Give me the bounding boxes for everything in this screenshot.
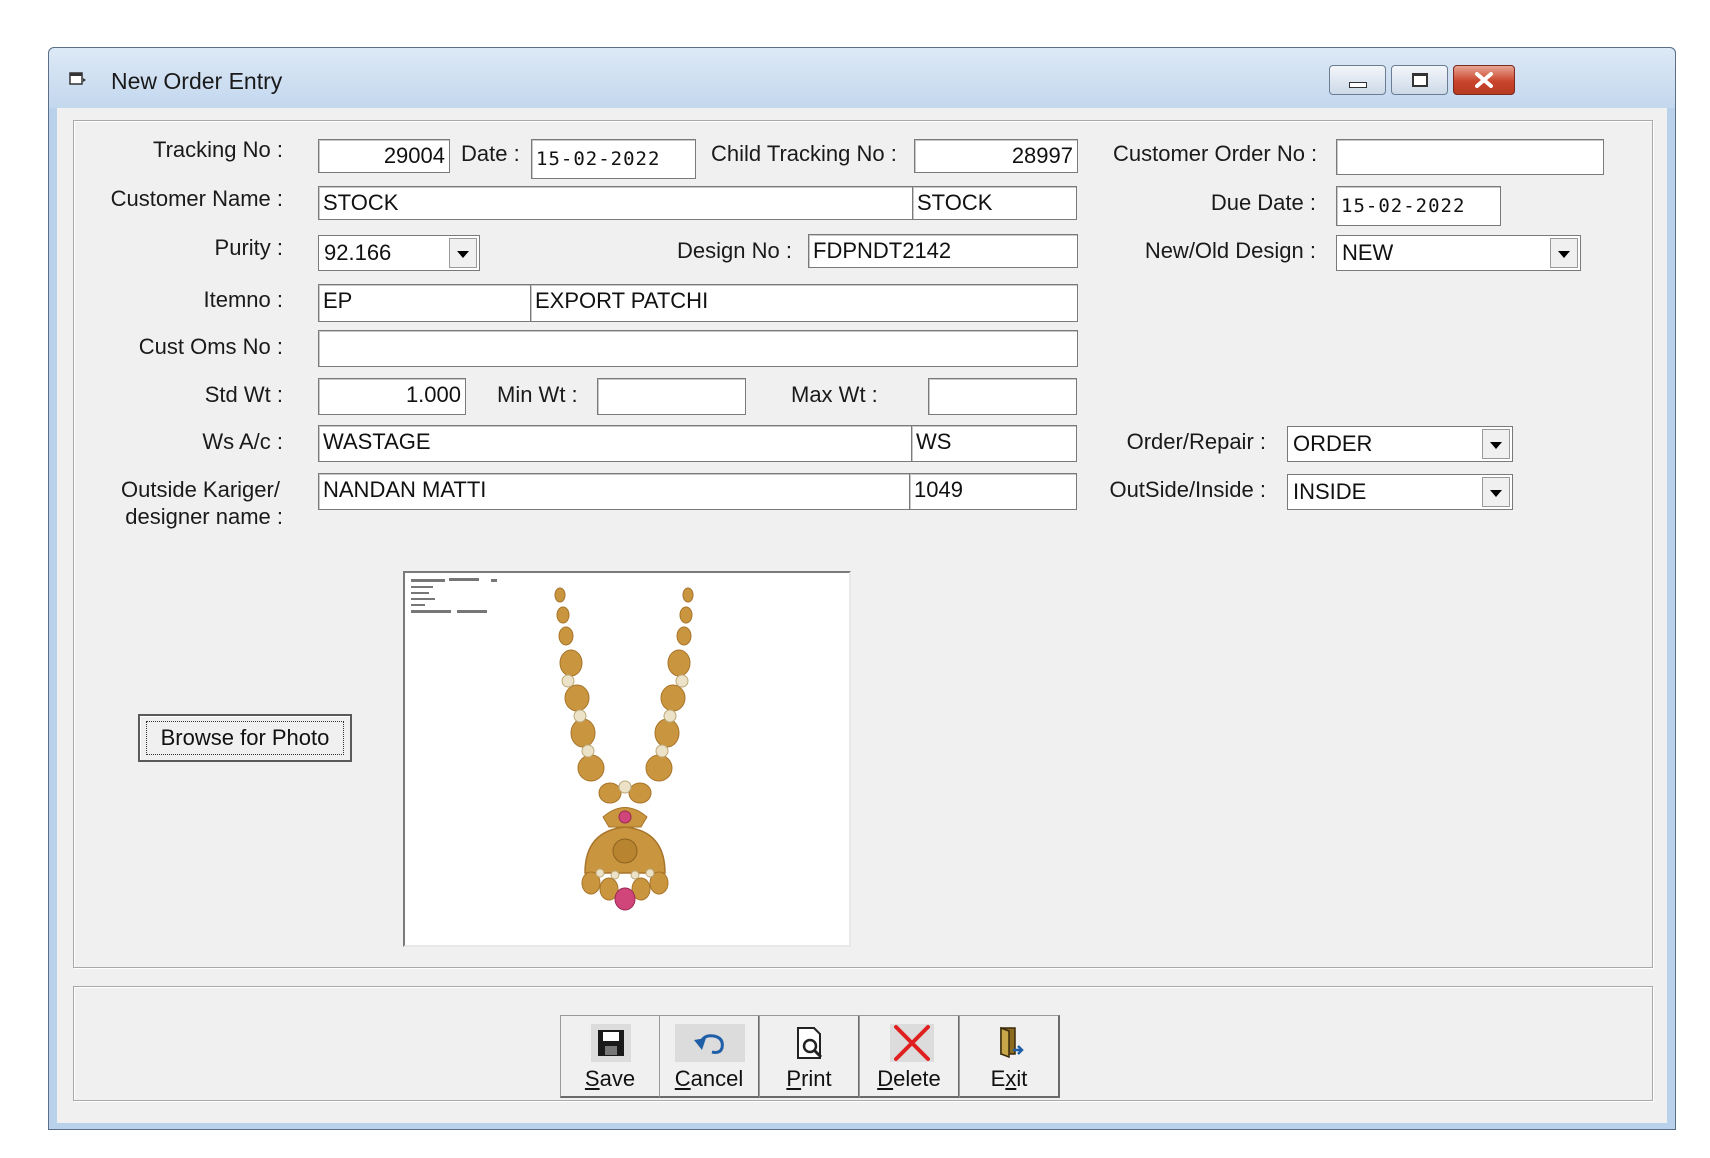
chevron-down-icon[interactable] [1482, 429, 1510, 459]
order-repair-value: ORDER [1293, 431, 1373, 456]
outside-inside-value: INSIDE [1293, 479, 1367, 504]
date-field[interactable]: 15-02-2022 [531, 139, 696, 179]
delete-label: elete [893, 1066, 941, 1091]
window-title: New Order Entry [111, 68, 283, 94]
print-label: rint [801, 1066, 832, 1091]
order-repair-label: Order/Repair : [1126, 429, 1266, 454]
kariger-code-field[interactable]: 1049 [909, 473, 1077, 510]
red-x-icon [894, 1025, 930, 1061]
chevron-down-icon[interactable] [449, 238, 477, 268]
necklace-image [411, 578, 694, 911]
ws-code-field[interactable]: WS [911, 425, 1077, 462]
save-button[interactable]: Save [560, 1015, 661, 1098]
minimize-button[interactable] [1329, 65, 1386, 95]
chevron-down-icon[interactable] [1482, 477, 1510, 507]
customer-order-no-label: Customer Order No : [1113, 141, 1318, 166]
purity-select[interactable]: 92.166 [318, 235, 480, 271]
floppy-disk-icon [598, 1030, 624, 1056]
std-wt-label: Std Wt : [204, 382, 283, 407]
cust-oms-no-field[interactable] [318, 330, 1078, 367]
delete-button[interactable]: Delete [859, 1015, 960, 1098]
close-icon [1475, 72, 1493, 88]
outside-kariger-label: Outside Kariger/ [121, 477, 280, 502]
outside-inside-label: OutSide/Inside : [1109, 477, 1266, 502]
max-wt-label: Max Wt : [791, 382, 878, 407]
design-no-field[interactable]: FDPNDT2142 [808, 234, 1078, 268]
outside-kariger-field[interactable]: NANDAN MATTI [318, 473, 911, 510]
itemno-label: Itemno : [203, 287, 283, 312]
customer-name-field[interactable]: STOCK [318, 186, 913, 220]
design-no-label: Design No : [677, 238, 792, 263]
new-old-design-label: New/Old Design : [1144, 238, 1316, 263]
undo-icon [694, 1034, 724, 1054]
cust-oms-no-label: Cust Oms No : [138, 334, 283, 359]
exit-label: it [1016, 1066, 1028, 1091]
restore-icon [1411, 73, 1428, 87]
tracking-no-label: Tracking No : [152, 137, 283, 162]
due-date-label: Due Date : [1210, 190, 1316, 215]
title-bar[interactable]: New Order Entry [49, 48, 1675, 108]
exit-door-icon [1000, 1026, 1024, 1059]
save-label: ave [599, 1066, 636, 1091]
new-old-design-value: NEW [1342, 240, 1394, 265]
design-photo [403, 571, 851, 947]
itemno-code-field[interactable]: EP [318, 284, 532, 322]
customer-order-no-field[interactable] [1336, 139, 1604, 175]
browse-for-photo-label: Browse for Photo [146, 721, 344, 755]
std-wt-field[interactable]: 1.000 [318, 378, 466, 415]
necklace-chain [554, 587, 694, 804]
exit-button[interactable]: Exit [959, 1015, 1060, 1098]
designer-name-label: designer name : [125, 504, 283, 529]
customer-name-label: Customer Name : [110, 186, 283, 211]
customer-code-field[interactable]: STOCK [912, 186, 1077, 220]
purity-value: 92.166 [324, 240, 392, 265]
itemno-name-field[interactable]: EXPORT PATCHI [530, 284, 1078, 322]
close-button[interactable] [1453, 65, 1515, 95]
min-wt-label: Min Wt : [497, 382, 578, 407]
restore-button[interactable] [1391, 65, 1448, 95]
order-repair-select[interactable]: ORDER [1287, 426, 1513, 462]
min-wt-field[interactable] [597, 378, 746, 415]
max-wt-field[interactable] [928, 378, 1077, 415]
minimize-icon [1348, 82, 1367, 88]
chevron-down-icon[interactable] [1550, 238, 1578, 268]
due-date-field[interactable]: 15-02-2022 [1336, 186, 1501, 226]
outside-inside-select[interactable]: INSIDE [1287, 474, 1513, 510]
app-window-icon [69, 72, 86, 85]
print-preview-icon [797, 1027, 823, 1059]
print-button[interactable]: Print [759, 1015, 860, 1098]
child-tracking-no-label: Child Tracking No : [711, 141, 897, 166]
ws-ac-label: Ws A/c : [202, 429, 283, 454]
purity-label: Purity : [214, 235, 283, 260]
cancel-button[interactable]: Cancel [659, 1015, 760, 1098]
tracking-no-field[interactable]: 29004 [318, 139, 450, 173]
ws-ac-field[interactable]: WASTAGE [318, 425, 913, 462]
necklace-pendant [581, 807, 669, 911]
browse-for-photo-button[interactable]: Browse for Photo [138, 714, 352, 762]
cancel-label: ancel [690, 1066, 744, 1091]
new-old-design-select[interactable]: NEW [1336, 235, 1581, 271]
child-tracking-no-field[interactable]: 28997 [914, 139, 1078, 173]
date-label: Date : [461, 141, 520, 166]
